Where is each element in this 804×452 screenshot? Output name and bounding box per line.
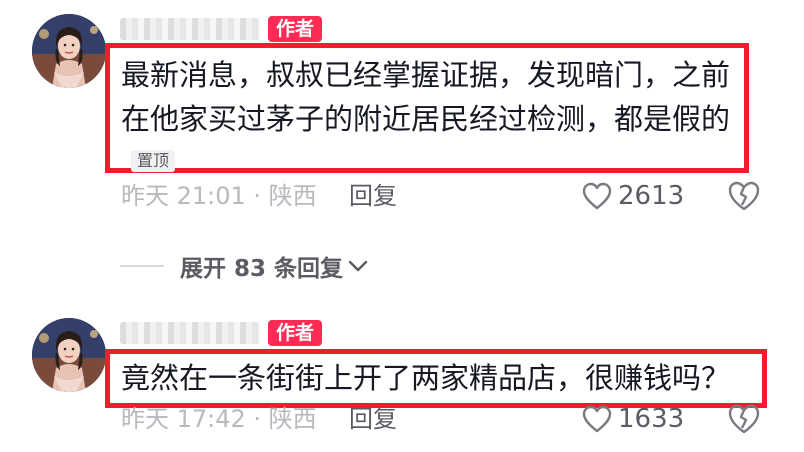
like-button[interactable]: 2613 [582,181,684,211]
pinned-tag: 置顶 [131,150,176,172]
broken-heart-icon [728,404,760,434]
dislike-button[interactable] [727,180,761,212]
username-blurred[interactable] [120,18,260,40]
like-button[interactable]: 1633 [582,404,684,434]
like-count: 2613 [618,181,685,211]
comment-meta: 昨天 17:42 · 陕西 [121,405,317,433]
comment-text: 最新消息，叔叔已经掌握证据，发现暗门，之前在他家买过茅子的附近居民经过检测，都是… [121,53,739,185]
heart-outline-icon [582,405,612,433]
comment-section: 作者 最新消息，叔叔已经掌握证据，发现暗门，之前在他家买过茅子的附近居民经过检测… [0,0,804,452]
author-badge: 作者 [268,320,323,346]
reply-button[interactable]: 回复 [349,181,397,211]
chevron-down-icon [348,260,368,272]
avatar[interactable] [32,318,106,392]
reply-button[interactable]: 回复 [349,404,397,434]
comment-meta: 昨天 21:01 · 陕西 [121,182,317,210]
broken-heart-icon [728,181,760,211]
avatar-image [32,14,106,88]
comment-body: 最新消息，叔叔已经掌握证据，发现暗门，之前在他家买过茅子的附近居民经过检测，都是… [121,58,731,136]
avatar-image [32,318,106,392]
author-badge: 作者 [268,16,323,42]
dislike-button[interactable] [727,403,761,435]
heart-outline-icon [582,182,612,210]
avatar[interactable] [32,14,106,88]
comment-body: 竟然在一条街街上开了两家精品店，很赚钱吗？ [121,361,731,395]
comment-text: 竟然在一条街街上开了两家精品店，很赚钱吗？ [121,356,761,400]
like-count: 1633 [618,404,685,434]
expand-replies-button[interactable]: 展开 83 条回复 [120,249,369,283]
expand-replies-label: 展开 83 条回复 [180,256,344,282]
username-blurred[interactable] [120,322,260,344]
divider-line [120,265,164,267]
